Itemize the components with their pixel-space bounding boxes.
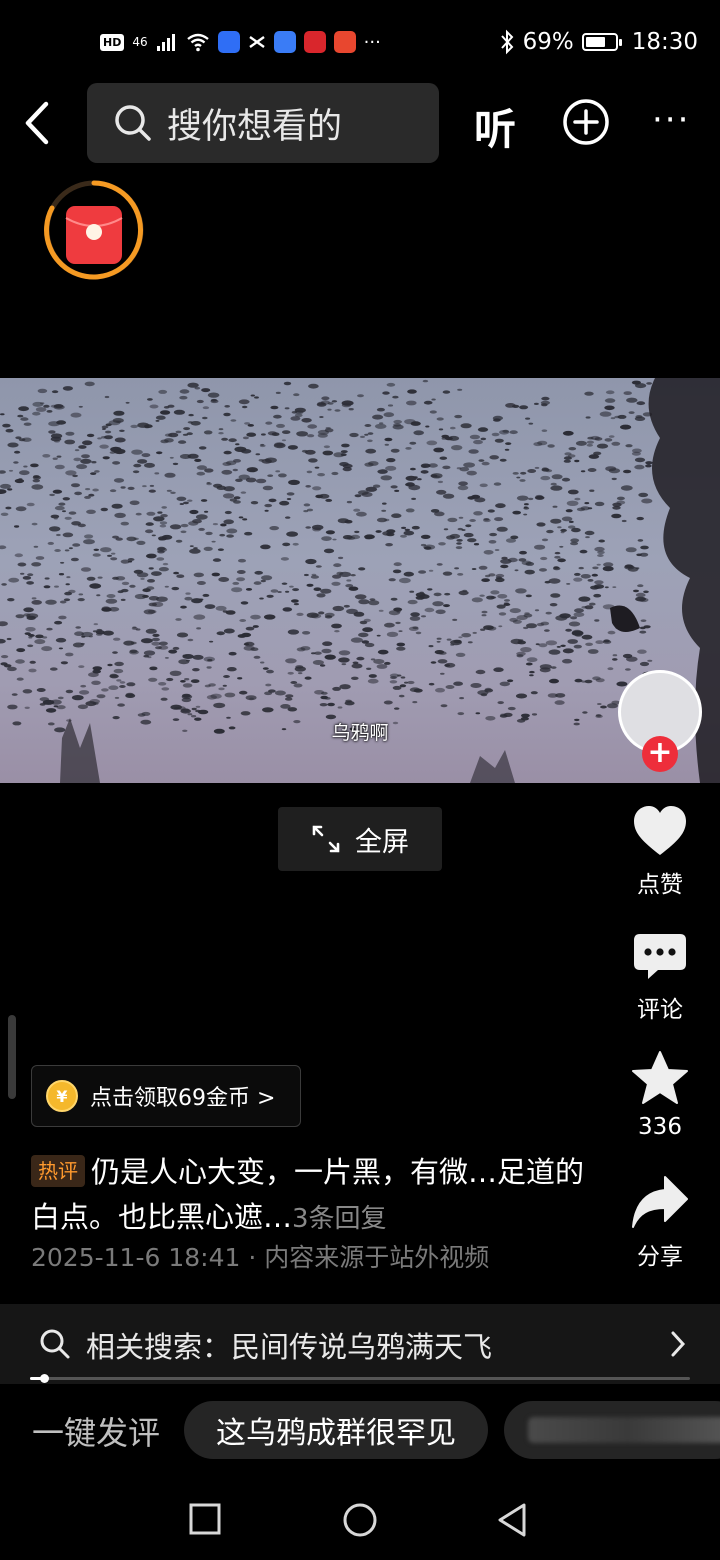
favorite-button[interactable]: 336 <box>610 1050 710 1140</box>
progress-thumb[interactable] <box>40 1374 49 1383</box>
system-nav-bar <box>0 1470 720 1560</box>
listen-button[interactable]: 听 <box>474 96 516 157</box>
comment-button[interactable]: 评论 <box>610 930 710 1024</box>
coin-reward-text: 点击领取69金币 > <box>90 1086 276 1111</box>
network-type: 46 <box>132 35 148 49</box>
quick-comment-label: 一键发评 <box>32 1414 161 1452</box>
back-icon[interactable] <box>18 98 62 148</box>
signal-icon <box>156 34 175 51</box>
search-placeholder: 搜你想看的 <box>167 106 343 147</box>
post-meta: 2025-11-6 18:41 · 内容来源于站外视频 <box>31 1243 490 1272</box>
battery-icon <box>581 33 622 51</box>
clock: 18:30 <box>631 29 698 55</box>
heart-icon <box>634 806 686 855</box>
follow-button[interactable]: + <box>642 736 678 772</box>
recent-apps-icon[interactable] <box>188 1502 224 1538</box>
share-arrow-icon <box>632 1176 688 1228</box>
status-bar: HD 46 ··· 69% 18:30 <box>0 0 720 84</box>
like-label: 点赞 <box>637 872 683 898</box>
status-left-icons: HD 46 ··· <box>100 28 381 56</box>
more-menu-button[interactable]: ··· <box>652 103 690 137</box>
bluetooth-icon <box>500 29 513 55</box>
fullscreen-button[interactable]: 全屏 <box>278 807 442 871</box>
coin-reward-banner[interactable]: ¥ 点击领取69金币 > <box>31 1065 301 1127</box>
chevron-right-icon <box>671 1331 686 1357</box>
comment-icon <box>634 934 686 979</box>
status-more-icon: ··· <box>363 31 381 53</box>
scroll-indicator[interactable] <box>8 1015 16 1099</box>
listen-app-icon <box>333 31 356 53</box>
expand-icon <box>312 825 340 853</box>
video-player[interactable]: 乌鸦啊 <box>0 378 720 783</box>
hd-badge: HD <box>100 33 125 51</box>
add-circle-icon[interactable] <box>562 98 610 146</box>
back-nav-icon[interactable] <box>494 1501 530 1539</box>
share-label: 分享 <box>637 1244 683 1270</box>
search-icon <box>40 1329 70 1359</box>
share-button[interactable]: 分享 <box>610 1175 710 1271</box>
charity-app-icon <box>303 31 326 53</box>
wifi-icon <box>186 33 209 52</box>
related-search-text: 相关搜索：民间传说乌鸦满天飞 <box>86 1330 493 1364</box>
search-bar[interactable]: 搜你想看的 <box>87 83 439 163</box>
related-search-bar[interactable]: 相关搜索：民间传说乌鸦满天飞 <box>0 1304 720 1384</box>
blurred-chip-text <box>528 1417 720 1443</box>
fullscreen-label: 全屏 <box>355 826 409 858</box>
coin-icon: ¥ <box>46 1080 78 1112</box>
baidu-app-icon <box>217 31 240 53</box>
comment-label: 评论 <box>637 997 683 1023</box>
reply-count[interactable]: 3条回复 <box>292 1204 387 1234</box>
status-right-icons: 69% 18:30 <box>499 26 698 58</box>
search-icon <box>115 105 151 141</box>
star-icon <box>632 1051 688 1104</box>
baidu-map-app-icon <box>273 31 296 53</box>
hot-comment[interactable]: 热评 仍是人心大变，一片黑，有微…足道的白点。也比黑心遮…3条回复 <box>31 1150 601 1242</box>
video-subtitle: 乌鸦啊 <box>331 722 389 744</box>
hot-comment-tag: 热评 <box>31 1155 85 1187</box>
like-button[interactable]: 点赞 <box>610 805 710 899</box>
red-packet-icon[interactable] <box>42 178 146 282</box>
mail-icon <box>248 36 265 48</box>
battery-percent: 69% <box>522 29 574 55</box>
quick-comment-chip-partial[interactable] <box>504 1401 720 1459</box>
quick-comment-chip[interactable]: 这乌鸦成群很罕见 <box>184 1401 488 1459</box>
home-icon[interactable] <box>341 1501 379 1539</box>
video-progress-bar[interactable] <box>30 1377 690 1380</box>
favorite-count: 336 <box>638 1114 682 1140</box>
